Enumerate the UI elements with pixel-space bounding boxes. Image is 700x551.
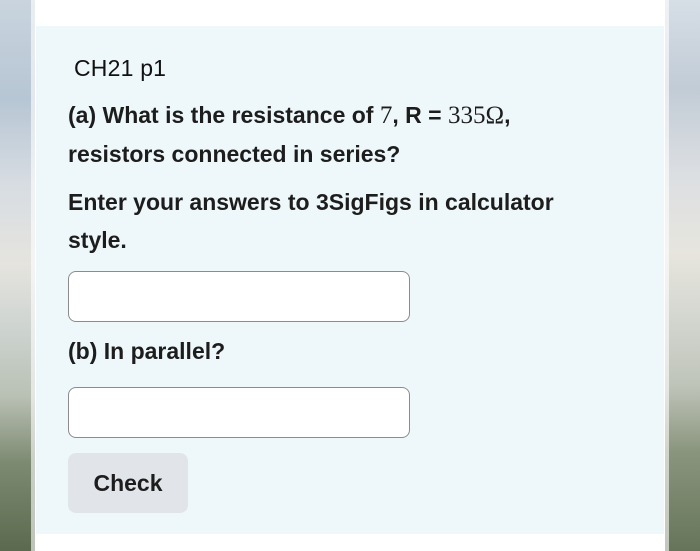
answer-b-input[interactable] — [68, 387, 410, 438]
part-a-line2: resistors connected in series? — [68, 141, 401, 167]
answer-a-input[interactable] — [68, 271, 410, 322]
instructions: Enter your answers to 3SigFigs in calcul… — [68, 183, 648, 259]
part-a-mid: , R = — [392, 102, 448, 128]
background-photo-right — [665, 0, 700, 551]
part-a-prefix: (a) What is the resistance of — [68, 102, 380, 128]
question-card: CH21 p1 (a) What is the resistance of 7,… — [36, 26, 664, 534]
resistance-value: 335Ω — [447, 102, 505, 129]
instructions-line1: Enter your answers to 3SigFigs in calcul… — [68, 189, 554, 215]
background-photo-left — [0, 0, 35, 551]
check-button[interactable]: Check — [68, 453, 188, 513]
question-part-b: (b) In parallel? — [68, 338, 226, 364]
question-part-a: (a) What is the resistance of 7, R = 335… — [68, 96, 648, 174]
instructions-line2: style. — [68, 227, 127, 253]
question-title: CH21 p1 — [74, 55, 167, 81]
resistor-count: 7 — [379, 102, 393, 129]
part-a-suffix: , — [504, 102, 511, 128]
